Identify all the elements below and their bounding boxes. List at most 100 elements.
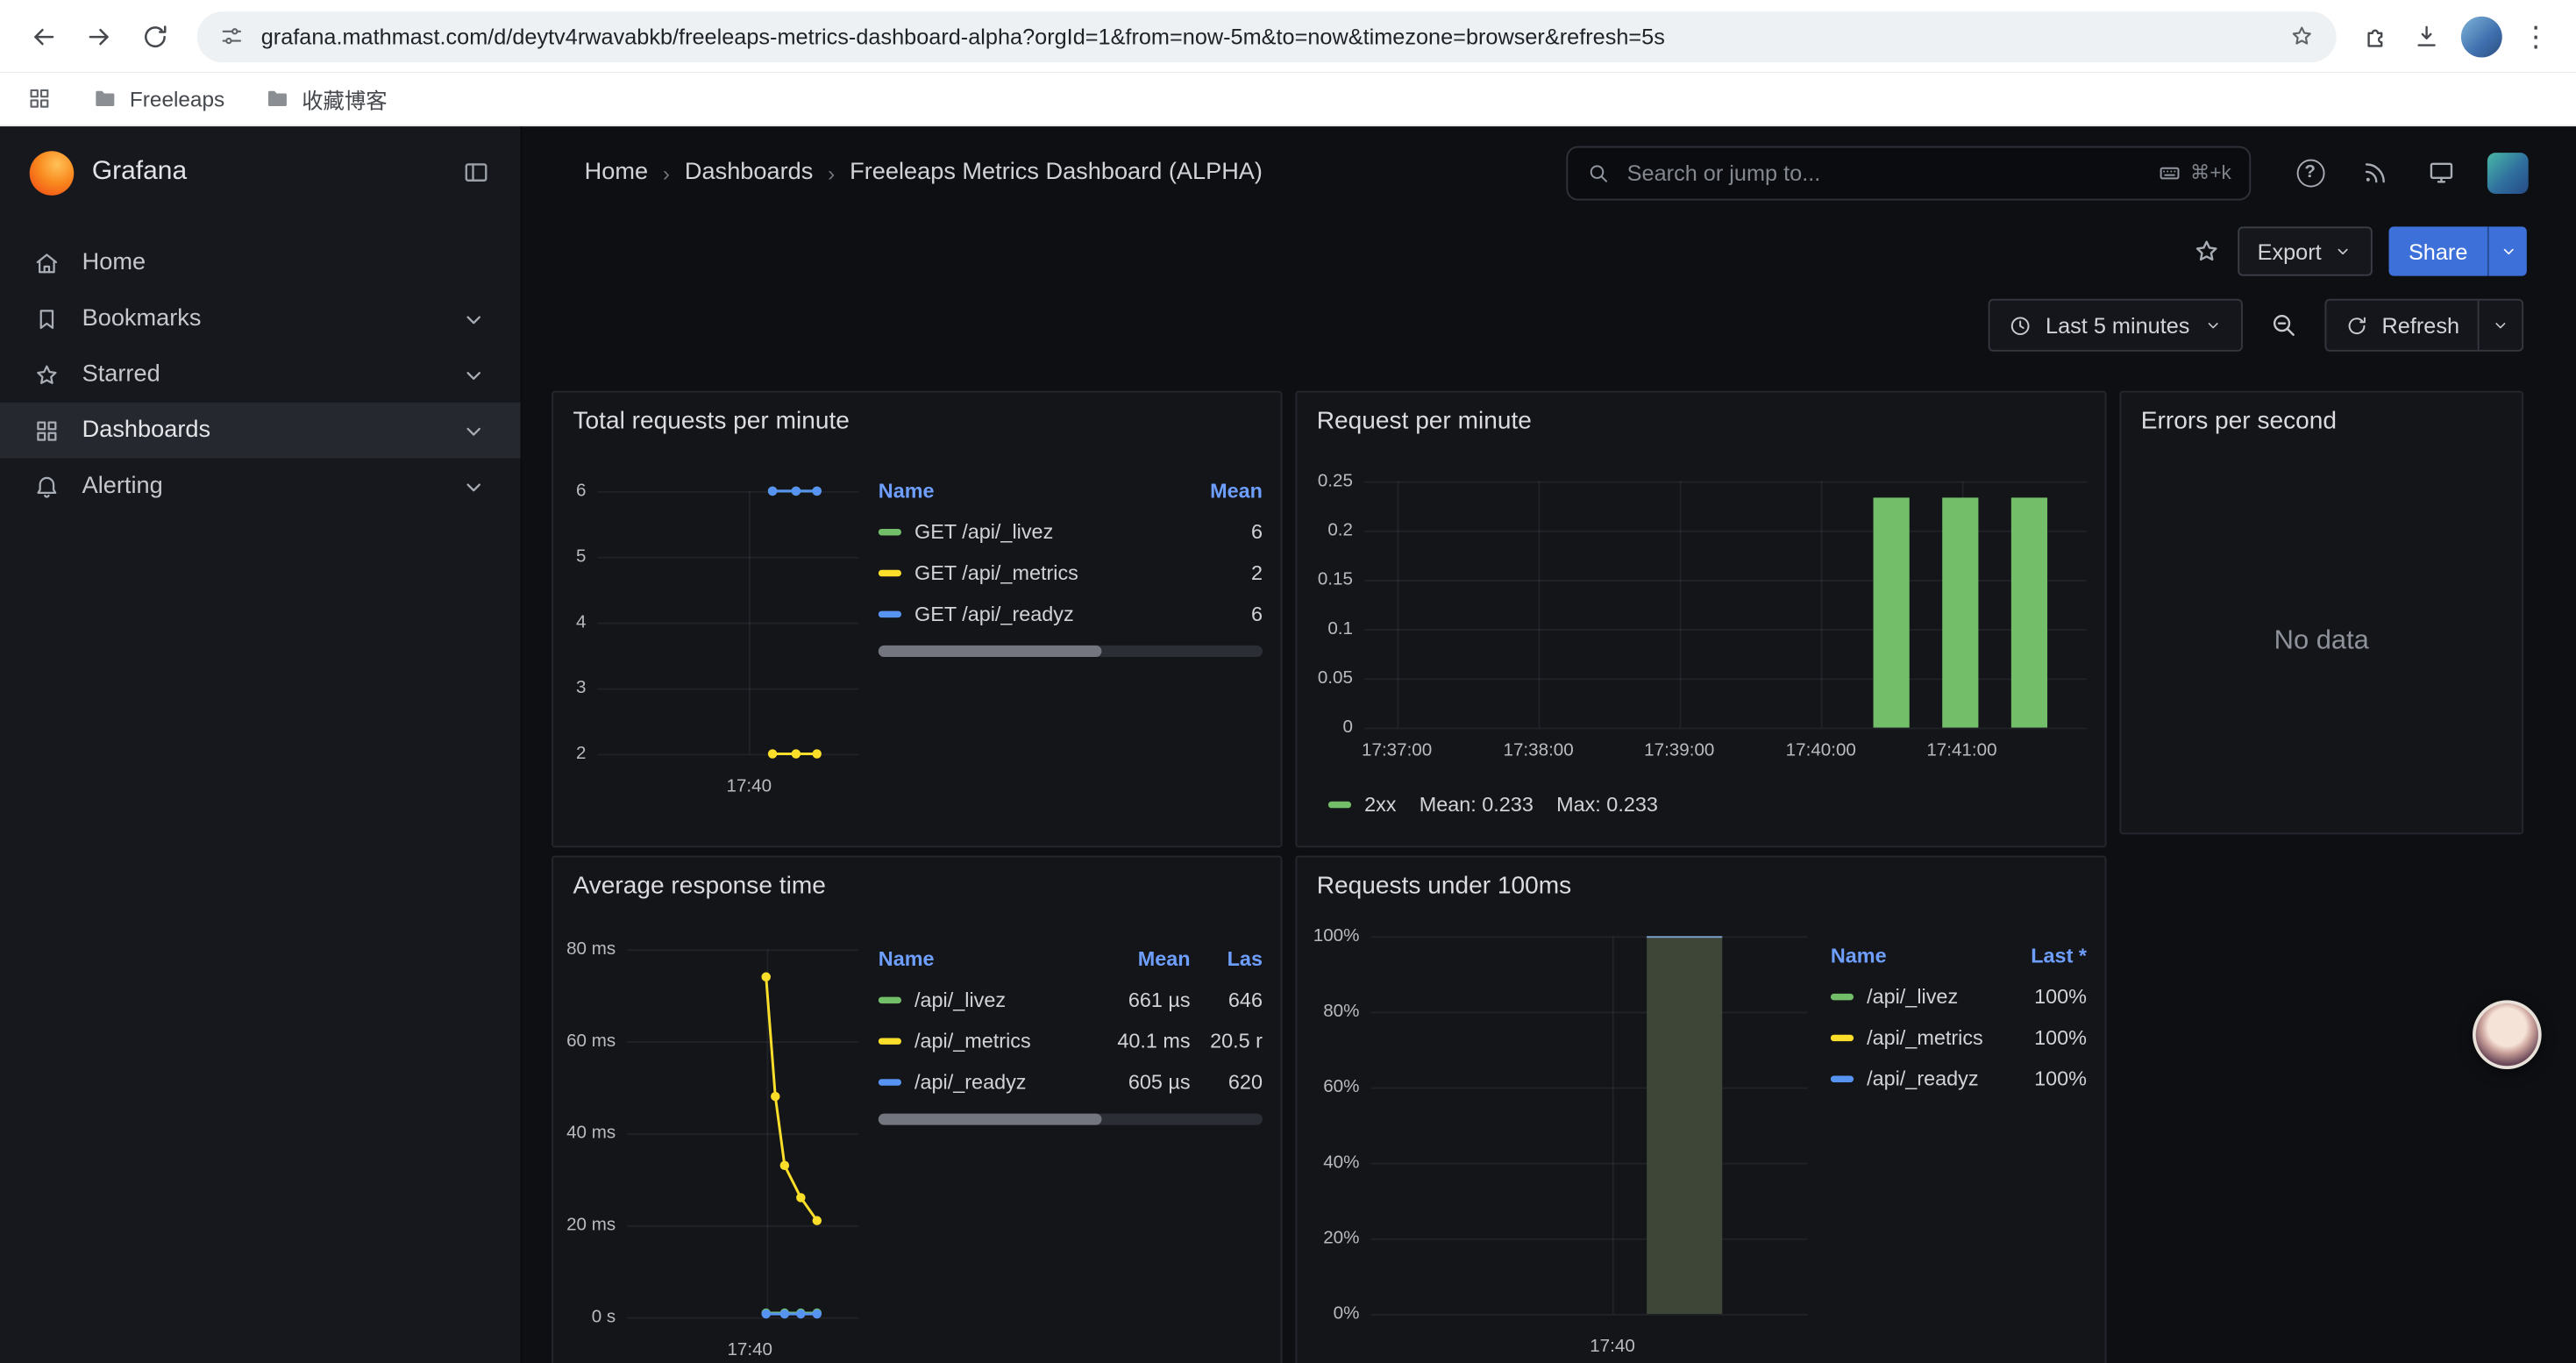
legend[interactable]: 2xx Mean: 0.233 Max: 0.233 (1315, 777, 2087, 817)
time-range-picker[interactable]: Last 5 minutes (1988, 299, 2242, 352)
legend-row[interactable]: GET /api/_readyz6 (879, 593, 1263, 634)
forward-button[interactable] (72, 10, 125, 62)
legend-column-las[interactable]: Las (1191, 947, 1263, 970)
scrollbar-thumb[interactable] (879, 646, 1101, 657)
rss-icon[interactable] (2346, 143, 2405, 202)
share-button[interactable]: Share (2388, 226, 2526, 275)
bookmarks-bar: Freeleaps 收藏博客 (0, 72, 2576, 126)
sidebar-item-home[interactable]: Home (0, 235, 521, 291)
sidebar-nav: HomeBookmarksStarredDashboardsAlerting (0, 218, 521, 514)
line-chart-plot[interactable] (627, 949, 858, 1317)
legend-column-mean[interactable]: Mean (1178, 480, 1263, 503)
monitor-icon[interactable] (2412, 143, 2471, 202)
series-color-dash (1831, 1034, 1854, 1040)
panel-title[interactable]: Requests under 100ms (1297, 857, 2104, 913)
gridline (1371, 1088, 1808, 1089)
legend-row[interactable]: GET /api/_livez6 (879, 510, 1263, 552)
line-chart-plot[interactable] (598, 491, 859, 754)
chart: 100%80%60%40%20%0% 17:40 (1315, 913, 1808, 1363)
home-icon (32, 249, 60, 277)
panel-title[interactable]: Average response time (553, 857, 1281, 913)
series-color-dash (879, 1078, 901, 1084)
legend-value: 40.1 ms (1095, 1029, 1191, 1052)
panel-title[interactable]: Request per minute (1297, 393, 2104, 449)
bookmark-star-icon[interactable] (2288, 23, 2315, 49)
bookmark-item[interactable]: Freeleaps (92, 85, 224, 111)
time-controls-row: Last 5 minutes Refresh (522, 284, 2576, 367)
sidebar-item-bookmarks[interactable]: Bookmarks (0, 290, 521, 346)
chevron-down-icon[interactable] (2487, 226, 2527, 275)
clock-icon (2008, 313, 2032, 338)
chevron-down-icon (2202, 316, 2222, 335)
legend-row[interactable]: /api/_readyz605 µs620 (879, 1061, 1263, 1103)
url-text[interactable]: grafana.mathmast.com/d/deytv4rwavabkb/fr… (261, 24, 2273, 48)
legend-row[interactable]: /api/_livez100% (1831, 975, 2087, 1017)
user-avatar[interactable] (2478, 143, 2537, 202)
legend-row[interactable]: /api/_livez661 µs646 (879, 979, 1263, 1020)
browser-profile-avatar[interactable] (2461, 16, 2502, 57)
legend-row[interactable]: /api/_readyz100% (1831, 1058, 2087, 1099)
legend-column-name[interactable]: Name (879, 947, 1095, 970)
y-axis: 0.250.20.150.10.050 (1315, 482, 1364, 728)
brand-name: Grafana (92, 158, 444, 188)
x-tick-label: 17:40 (727, 777, 772, 796)
breadcrumb-separator: › (663, 161, 670, 185)
zoom-out-icon[interactable] (2255, 299, 2311, 352)
chevron-down-icon (459, 472, 487, 500)
refresh-interval-dropdown[interactable] (2478, 301, 2523, 350)
extensions-icon[interactable] (2363, 21, 2393, 51)
apps-grid-icon[interactable] (26, 85, 53, 111)
sidebar-collapse-icon[interactable] (461, 158, 491, 188)
floating-assistant-avatar[interactable] (2473, 1000, 2542, 1069)
gridline (1364, 482, 2087, 483)
legend-row[interactable]: /api/_metrics40.1 ms20.5 r (879, 1020, 1263, 1061)
breadcrumb-item[interactable]: Freeleaps Metrics Dashboard (ALPHA) (850, 160, 1263, 186)
panel-title[interactable]: Total requests per minute (553, 393, 1281, 449)
legend-scrollbar[interactable] (879, 1114, 1263, 1125)
legend-table: NameMean GET /api/_livez6GET /api/_metric… (879, 448, 1263, 803)
breadcrumb-item[interactable]: Home (585, 160, 648, 186)
legend-scrollbar[interactable] (879, 646, 1263, 657)
bar-chart-plot[interactable] (1364, 482, 2087, 728)
folder-icon (264, 85, 290, 111)
series-color-dash (1831, 1075, 1854, 1081)
legend-series-name: /api/_livez (879, 988, 1095, 1010)
brand-row: Grafana (0, 126, 521, 218)
sidebar-item-dashboards[interactable]: Dashboards (0, 403, 521, 459)
y-tick-label: 0% (1334, 1304, 1360, 1324)
browser-menu-icon[interactable]: ⋮ (2522, 22, 2550, 50)
help-icon[interactable]: ? (2281, 143, 2339, 202)
download-icon[interactable] (2412, 21, 2442, 51)
refresh-button[interactable]: Refresh (2324, 299, 2523, 352)
reload-button[interactable] (128, 10, 181, 62)
sidebar-item-starred[interactable]: Starred (0, 346, 521, 403)
favorite-star-icon[interactable] (2192, 237, 2222, 267)
legend-column-name[interactable]: Name (1831, 945, 1989, 967)
gridline (1371, 1163, 1808, 1165)
browser-toolbar: grafana.mathmast.com/d/deytv4rwavabkb/fr… (0, 0, 2576, 72)
legend-value: 2 (1178, 560, 1263, 583)
scrollbar-thumb[interactable] (879, 1114, 1101, 1125)
y-axis: 65432 (572, 491, 598, 754)
search-box[interactable]: ⌘+k (1566, 146, 2251, 200)
site-settings-icon[interactable] (218, 23, 245, 49)
legend-row[interactable]: /api/_metrics100% (1831, 1017, 2087, 1058)
search-input[interactable] (1624, 159, 2145, 187)
area-chart-plot[interactable] (1371, 936, 1808, 1314)
sidebar-item-alerting[interactable]: Alerting (0, 458, 521, 514)
back-button[interactable] (17, 10, 69, 62)
panel-title[interactable]: Errors per second (2121, 393, 2522, 449)
series-color-dash (879, 569, 901, 575)
dashboard-canvas: Total requests per minute 65432 17:40 Na… (522, 391, 2576, 1363)
grafana-logo[interactable] (30, 150, 75, 195)
legend-column-mean[interactable]: Mean (1095, 947, 1191, 970)
legend-series-name[interactable]: 2xx (1364, 793, 1396, 816)
legend-row[interactable]: GET /api/_metrics2 (879, 552, 1263, 593)
export-button[interactable]: Export (2238, 226, 2373, 275)
legend-column-name[interactable]: Name (879, 480, 1178, 503)
legend-value: 620 (1191, 1070, 1263, 1093)
address-bar[interactable]: grafana.mathmast.com/d/deytv4rwavabkb/fr… (197, 11, 2337, 61)
bookmark-item[interactable]: 收藏博客 (264, 83, 387, 115)
legend-column-last[interactable]: Last * (1989, 945, 2087, 967)
breadcrumb-item[interactable]: Dashboards (685, 160, 813, 186)
